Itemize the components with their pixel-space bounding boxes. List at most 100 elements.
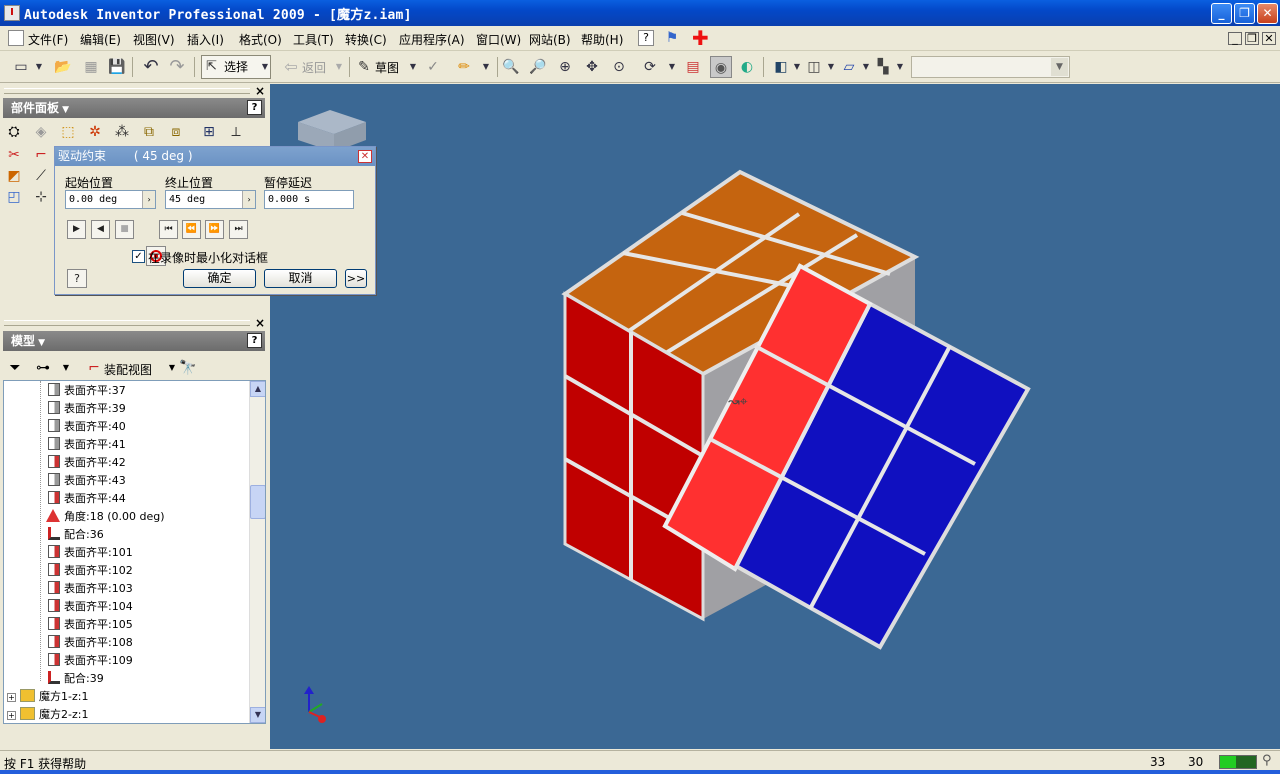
cancel-button[interactable]: 取消 [264,269,337,288]
tree-row[interactable]: 表面齐平:41 [48,436,126,454]
select-dropdown-arrow[interactable]: ▼ [259,56,271,78]
sketch-button[interactable]: 草图 [375,59,399,76]
menu-web[interactable]: 网站(B) [529,31,571,48]
assembly-view-icon[interactable]: ⌐ [84,358,104,378]
cog-dropdown-arrow[interactable]: ▼ [894,56,906,78]
zoom-icon[interactable]: ⊕ [554,56,576,78]
tree-row[interactable]: 角度:18 (0.00 deg) [46,508,165,526]
center-of-gravity-icon[interactable]: ▚ [872,56,894,78]
minimize-button[interactable]: _ [1211,3,1232,24]
tree-row[interactable]: 表面齐平:108 [48,634,133,652]
style-combobox[interactable]: ▼ [911,56,1070,78]
dialog-close-icon[interactable]: ✕ [358,150,372,163]
graphics-viewport[interactable]: ↝⌖ [270,84,1280,749]
tree-row[interactable]: 表面齐平:37 [48,382,126,400]
tree-row[interactable]: 配合:39 [48,670,104,688]
section-icon[interactable]: ⟋ [31,166,51,186]
panel-grip[interactable] [4,88,250,94]
assembly-panel-header[interactable]: 部件面板 ▼ ? [3,98,265,118]
menu-view[interactable]: 视图(V) [133,31,175,48]
menu-insert[interactable]: 插入(I) [187,31,224,48]
tree-scrollbar[interactable]: ▲ ▼ [249,381,265,723]
inventor-app-icon[interactable]: I [4,5,20,21]
menu-file[interactable]: 文件(F) [28,31,68,48]
shadow-icon[interactable]: ◧ [770,56,792,78]
doc-close-button[interactable]: ✕ [1262,32,1276,45]
rubiks-cube-model[interactable]: ↝⌖ [270,84,1280,749]
save-icon[interactable]: 💾 [106,56,128,78]
pan-icon[interactable]: ✥ [581,56,603,78]
replace-icon[interactable]: ✂ [4,145,24,165]
model-browser-header[interactable]: 模型 ▼ ? [3,331,265,351]
sketch-icon[interactable]: ✎ [353,56,375,78]
menu-tools[interactable]: 工具(T) [293,31,334,48]
measure-dropdown-arrow[interactable]: ▼ [480,56,492,78]
dialog-title-bar[interactable]: 驱动约束 ( 45 deg ) ✕ [55,147,375,166]
new-file-icon[interactable]: ▭ [10,56,32,78]
frame-icon[interactable]: ⊹ [31,187,51,207]
expand-plus-icon[interactable]: + [7,711,16,720]
create-component-icon[interactable]: ◈ [31,122,51,142]
dialog-help-button[interactable]: ? [67,269,87,288]
panel-close-icon[interactable]: × [255,84,265,98]
restore-button[interactable]: ❐ [1234,3,1255,24]
start-position-field[interactable]: 0.00 deg › [65,190,156,209]
whats-this-help-icon[interactable]: ? [638,30,654,46]
sketch-dropdown-arrow[interactable]: ▼ [407,56,419,78]
scroll-thumb[interactable] [250,485,265,519]
menu-applications[interactable]: 应用程序(A) [399,31,465,48]
zoom-selected-icon[interactable]: ⊙ [608,56,630,78]
expand-plus-icon[interactable]: + [7,693,16,702]
tree-row[interactable]: 表面齐平:44 [48,490,126,508]
zoom-all-icon[interactable]: 🔍 [500,56,522,78]
rotate-icon[interactable]: ⟳ [639,56,661,78]
ok-button[interactable]: 确定 [183,269,256,288]
copy-icon[interactable]: ⧈ [166,122,186,142]
tree-row[interactable]: 表面齐平:109 [48,652,133,670]
project-icon[interactable]: ▦ [80,56,102,78]
stop-button[interactable]: ■ [115,220,134,239]
tree-row[interactable]: 表面齐平:102 [48,562,133,580]
rotate-dropdown-arrow[interactable]: ▼ [666,56,678,78]
play-reverse-button[interactable]: ◀ [91,220,110,239]
menu-help[interactable]: 帮助(H) [581,31,623,48]
end-arrow-icon[interactable]: › [242,191,255,208]
scroll-up-icon[interactable]: ▲ [250,381,265,397]
place-content-icon[interactable]: ⬚ [58,122,78,142]
tree-row[interactable]: 表面齐平:42 [48,454,126,472]
end-position-field[interactable]: 45 deg › [165,190,256,209]
new-dropdown-arrow[interactable]: ▼ [33,56,45,78]
chevron-down-icon[interactable]: ▼ [1051,58,1068,76]
section-dropdown-arrow[interactable]: ▼ [860,56,872,78]
shadow-dropdown-arrow[interactable]: ▼ [791,56,803,78]
go-to-end-button[interactable]: ⏭ [229,220,248,239]
scroll-down-icon[interactable]: ▼ [250,707,265,723]
tree-row[interactable]: + 魔方2-z:1 [7,706,88,723]
tree-row[interactable]: 表面齐平:105 [48,616,133,634]
ortho-dropdown-arrow[interactable]: ▼ [825,56,837,78]
model-panel-close-icon[interactable]: × [255,316,265,330]
return-button[interactable]: 返回 [302,59,326,76]
play-forward-button[interactable]: ▶ [67,220,86,239]
update-icon[interactable]: ✓ [422,56,444,78]
look-at-icon[interactable]: ▤ [682,56,704,78]
tree-row[interactable]: 表面齐平:103 [48,580,133,598]
move-icon[interactable]: ⌐ [31,145,51,165]
grip-snap-icon[interactable]: ⟂ [226,122,246,142]
menu-format[interactable]: 格式(O) [239,31,282,48]
model-panel-grip[interactable] [4,320,250,326]
go-to-start-button[interactable]: ⏮ [159,220,178,239]
pause-delay-field[interactable]: 0.000 s [264,190,354,209]
rotate-component-icon[interactable]: ◩ [4,166,24,186]
orthographic-icon[interactable]: ◫ [803,56,825,78]
tree-row[interactable]: 配合:36 [48,526,104,544]
mirror-icon[interactable]: ⧉ [139,122,159,142]
step-forward-button[interactable]: ⏩ [205,220,224,239]
camera-icon[interactable]: ◐ [736,56,758,78]
undo-icon[interactable]: ↶ [140,56,162,78]
close-button[interactable]: ✕ [1257,3,1278,24]
constraint-icon[interactable]: ⊞ [199,122,219,142]
tree-row[interactable]: + 魔方1-z:1 [7,688,88,706]
model-help-icon[interactable]: ? [247,333,262,348]
tree-row[interactable]: 表面齐平:101 [48,544,133,562]
